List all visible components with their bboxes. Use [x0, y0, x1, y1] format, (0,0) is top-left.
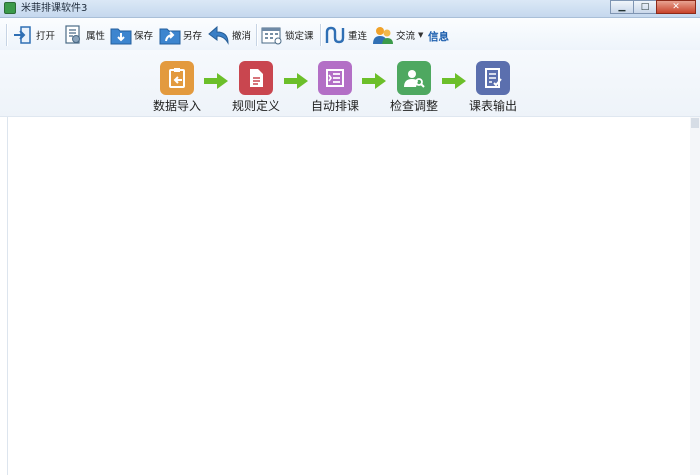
- toolbar-separator: [256, 24, 258, 46]
- maximize-button[interactable]: □: [633, 0, 657, 14]
- rule-definition-icon: [239, 61, 273, 95]
- reconnect-button[interactable]: 重连: [324, 22, 367, 48]
- step-data-import[interactable]: 数据导入: [142, 61, 212, 114]
- info-link[interactable]: 信息: [428, 29, 449, 44]
- lock-course-icon: [261, 24, 283, 46]
- undo-button[interactable]: 撤消: [208, 22, 251, 48]
- minimize-button[interactable]: ▁: [610, 0, 634, 14]
- step-auto-schedule[interactable]: 自动排课: [300, 61, 370, 114]
- title-bar: 米菲排课软件3 ▁ □ ✕: [0, 0, 700, 18]
- save-icon: [110, 24, 132, 46]
- save-as-button[interactable]: 另存: [159, 22, 202, 48]
- toolbar: 打开 属性 保存 另存 撤消 锁定课 重连 交流 ▼ 信息: [0, 18, 700, 50]
- undo-icon: [208, 24, 230, 46]
- main-workspace[interactable]: [7, 117, 691, 475]
- workflow-bar: 数据导入 规则定义 自动排课 检查调整 课表输出: [0, 50, 700, 117]
- save-button[interactable]: 保存: [110, 22, 153, 48]
- toolbar-separator: [320, 24, 322, 46]
- vertical-scrollbar[interactable]: [690, 117, 700, 475]
- step-schedule-output[interactable]: 课表输出: [458, 61, 528, 114]
- properties-button[interactable]: 属性: [62, 22, 105, 48]
- window-controls: ▁ □ ✕: [610, 0, 696, 15]
- users-icon: [372, 24, 394, 46]
- step-check-adjust[interactable]: 检查调整: [379, 61, 449, 114]
- save-as-icon: [159, 24, 181, 46]
- auto-schedule-icon: [318, 61, 352, 95]
- check-adjust-icon: [397, 61, 431, 95]
- chevron-down-icon[interactable]: ▼: [418, 31, 423, 39]
- schedule-output-icon: [476, 61, 510, 95]
- close-button[interactable]: ✕: [656, 0, 696, 14]
- chat-button[interactable]: 交流 ▼: [372, 22, 423, 48]
- scroll-up-arrow[interactable]: [691, 118, 699, 128]
- app-icon: [4, 2, 16, 14]
- window-title: 米菲排课软件3: [21, 3, 88, 14]
- open-button[interactable]: 打开: [12, 22, 55, 48]
- properties-icon: [62, 24, 84, 46]
- data-import-icon: [160, 61, 194, 95]
- lock-course-button[interactable]: 锁定课: [261, 22, 314, 48]
- toolbar-grip: [6, 24, 8, 46]
- reconnect-icon: [324, 24, 346, 46]
- step-rule-definition[interactable]: 规则定义: [221, 61, 291, 114]
- open-icon: [12, 24, 34, 46]
